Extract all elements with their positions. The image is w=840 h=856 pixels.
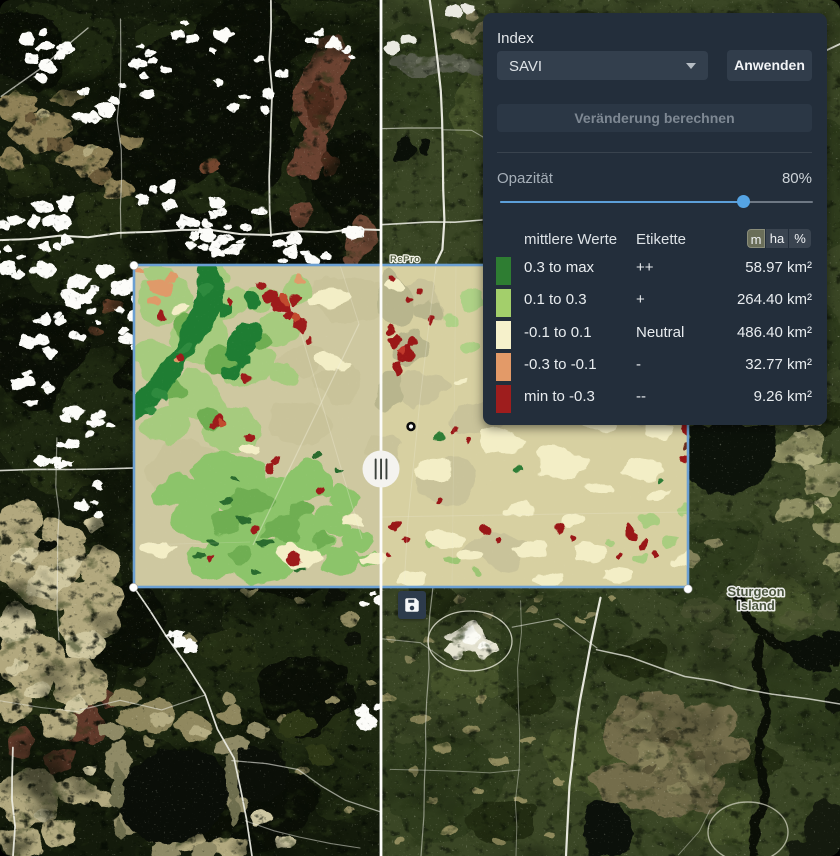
svg-text:Island: Island <box>737 598 775 613</box>
svg-text:RePro: RePro <box>390 254 420 265</box>
svg-text:Sturgeon: Sturgeon <box>727 584 784 599</box>
